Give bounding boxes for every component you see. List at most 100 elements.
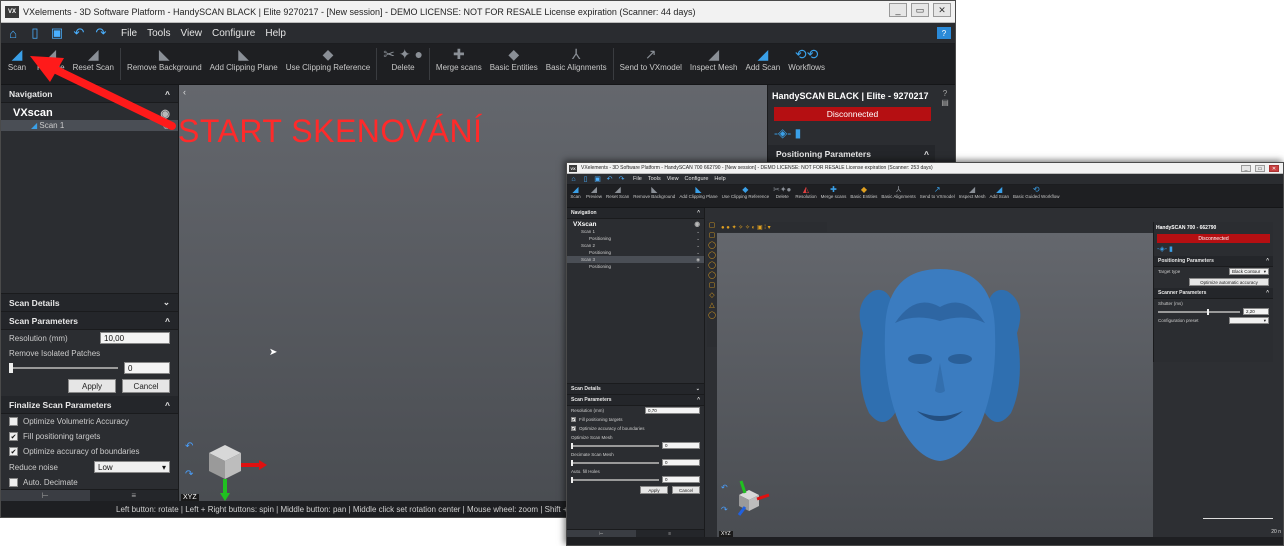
collapse-icon[interactable]: ^ <box>924 149 929 159</box>
tree-item-scan-2[interactable]: Scan 2 ⌄ <box>567 242 704 249</box>
minimize-button[interactable]: _ <box>1241 165 1251 172</box>
close-button[interactable]: ✕ <box>933 3 951 17</box>
collapse-icon[interactable]: ^ <box>165 316 170 326</box>
scan-parameters-header[interactable]: Scan Parameters ^ <box>567 395 704 406</box>
apply-button[interactable]: Apply <box>68 379 116 393</box>
inspect-mesh-button[interactable]: ◢ Inspect Mesh <box>957 185 988 207</box>
auto-decimate-check[interactable]: Auto. Decimate <box>1 475 178 490</box>
chevron-down-icon[interactable]: ⌄ <box>163 297 170 308</box>
checkbox[interactable] <box>9 478 18 487</box>
menu-view[interactable]: View <box>667 176 679 182</box>
resolution-input[interactable]: 0,70 <box>645 407 700 414</box>
device-icon[interactable]: ▮ <box>1169 246 1173 253</box>
collapse-icon[interactable]: ^ <box>697 397 700 403</box>
tab-tree[interactable]: ⊢ <box>1 490 90 501</box>
scanner-parameters-header[interactable]: Scanner Parameters ^ <box>1154 288 1273 299</box>
tree-item-scan-3[interactable]: Scan 3 ◉ <box>567 256 704 263</box>
menu-help[interactable]: Help <box>265 28 286 39</box>
selection-tools-icon[interactable]: ▢ ▢ ◯ ◯ ◯ ◯ ▢ ◇ △ ◯ <box>707 221 717 321</box>
selection-mode-icons[interactable]: ● ● ✦ ✧ ✧ ◐ ▣ ⁞ ▾ <box>721 224 771 231</box>
optimize-boundaries-check[interactable]: ✔ Optimize accuracy of boundaries <box>567 424 704 433</box>
workflows-button[interactable]: ⟲⟲ Workflows <box>784 44 829 84</box>
decimate-value[interactable]: 0 <box>662 459 700 466</box>
scan-details-header[interactable]: Scan Details ⌄ <box>567 384 704 395</box>
visibility-icon[interactable]: ⌄ <box>696 250 700 256</box>
eye-icon[interactable]: ◉ <box>694 220 700 228</box>
slider-knob[interactable] <box>571 476 573 483</box>
optimize-volumetric-check[interactable]: Optimize Volumetric Accuracy <box>1 414 178 429</box>
optimize-accuracy-button[interactable]: Optimize automatic accuracy <box>1189 278 1269 286</box>
preview-button[interactable]: ◢ Preview <box>584 185 604 207</box>
rotate-left-icon[interactable]: ↶ <box>185 441 193 452</box>
scan-button[interactable]: ◢ Scan <box>567 185 584 207</box>
save-icon[interactable]: ▣ <box>592 174 603 184</box>
minimize-button[interactable]: _ <box>889 3 907 17</box>
slider-knob[interactable] <box>9 363 13 373</box>
config-preset-select[interactable]: ▾ <box>1229 317 1269 324</box>
patches-slider[interactable] <box>9 363 118 373</box>
collapse-icon[interactable]: ^ <box>697 210 700 216</box>
visibility-icon[interactable]: ⌄ <box>696 243 700 249</box>
panel-toggle-icon[interactable]: ▤ <box>935 98 955 107</box>
checkbox-checked[interactable]: ✔ <box>571 417 576 422</box>
cancel-button[interactable]: Cancel <box>672 486 700 494</box>
menu-tools[interactable]: Tools <box>648 176 661 182</box>
close-button[interactable]: ✕ <box>1269 165 1279 172</box>
new-file-icon[interactable]: ▯ <box>580 174 591 184</box>
delete-button[interactable]: ✂✦● Delete <box>771 185 793 207</box>
eye-icon[interactable]: ◉ <box>696 257 700 263</box>
menu-help[interactable]: Help <box>714 176 725 182</box>
cancel-button[interactable]: Cancel <box>122 379 170 393</box>
checkbox[interactable] <box>9 417 18 426</box>
reduce-noise-select[interactable]: Low ▾ <box>94 461 170 473</box>
help-icon[interactable]: ? <box>935 89 955 98</box>
basic-entities-button[interactable]: ◆ Basic Entities <box>486 44 542 84</box>
help-icon[interactable]: ? <box>937 27 951 39</box>
tree-item-positioning[interactable]: Positioning ⌄ <box>567 235 704 242</box>
slider-knob[interactable] <box>1207 308 1210 315</box>
tree-root-vxscan[interactable]: VXscan ◉ <box>567 219 704 229</box>
undo-icon[interactable]: ↶ <box>604 174 615 184</box>
shutter-slider[interactable] <box>1158 308 1240 315</box>
tab-list[interactable]: ≡ <box>90 490 179 501</box>
add-scan-button[interactable]: ◢ Add Scan <box>742 44 785 84</box>
chevron-down-icon[interactable]: ⌄ <box>696 386 700 392</box>
target-icon[interactable]: -◈- <box>1157 246 1167 253</box>
send-to-vxmodel-button[interactable]: ↗ Send to VXmodel <box>918 185 957 207</box>
resolution-button[interactable]: ◭ Resolution <box>793 185 818 207</box>
visibility-icon[interactable]: ⌄ <box>696 264 700 270</box>
tree-item-positioning[interactable]: Positioning ⌄ <box>567 249 704 256</box>
add-clipping-plane-button[interactable]: ◣ Add Clipping Plane <box>677 185 719 207</box>
tree-item-scan-1[interactable]: Scan 1 ⌄ <box>567 228 704 235</box>
home-icon[interactable]: ⌂ <box>568 174 579 184</box>
checkbox-checked[interactable]: ✔ <box>9 432 18 441</box>
add-clipping-plane-button[interactable]: ◣ Add Clipping Plane <box>206 44 282 84</box>
add-scan-button[interactable]: ◢ Add Scan <box>988 185 1012 207</box>
slider-knob[interactable] <box>571 459 573 466</box>
basic-alignments-button[interactable]: ⅄ Basic Alignments <box>879 185 917 207</box>
basic-entities-button[interactable]: ◆ Basic Entities <box>848 185 879 207</box>
fill-targets-check[interactable]: ✔ Fill positioning targets <box>567 415 704 424</box>
redo-icon[interactable]: ↷ <box>616 174 627 184</box>
apply-button[interactable]: Apply <box>640 486 668 494</box>
use-clipping-reference-button[interactable]: ◆ Use Clipping Reference <box>720 185 772 207</box>
patches-value-input[interactable]: 0 <box>124 362 170 374</box>
device-icon[interactable]: ▮ <box>795 126 802 140</box>
checkbox-checked[interactable]: ✔ <box>571 426 576 431</box>
inspect-mesh-button[interactable]: ◢ Inspect Mesh <box>686 44 742 84</box>
3d-viewport[interactable]: ↶ ↷ XYZ <box>717 233 1273 537</box>
visibility-icon[interactable]: ⌄ <box>696 236 700 242</box>
menu-configure[interactable]: Configure <box>212 28 255 39</box>
use-clipping-reference-button[interactable]: ◆ Use Clipping Reference <box>282 44 375 84</box>
scan-details-header[interactable]: Scan Details ⌄ <box>1 294 178 312</box>
optimize-mesh-value[interactable]: 0 <box>662 442 700 449</box>
reset-scan-button[interactable]: ◢ Reset Scan <box>604 185 631 207</box>
optimize-mesh-slider[interactable] <box>571 442 659 449</box>
target-type-select[interactable]: Black Contour ▾ <box>1229 268 1269 275</box>
collapse-icon[interactable]: ^ <box>1266 290 1269 296</box>
navigation-header[interactable]: Navigation ^ <box>567 208 704 219</box>
rotate-right-icon[interactable]: ↷ <box>721 505 728 514</box>
checkbox-checked[interactable]: ✔ <box>9 447 18 456</box>
collapse-icon[interactable]: ^ <box>1266 258 1269 264</box>
shutter-value[interactable]: 2,20 <box>1243 308 1269 315</box>
